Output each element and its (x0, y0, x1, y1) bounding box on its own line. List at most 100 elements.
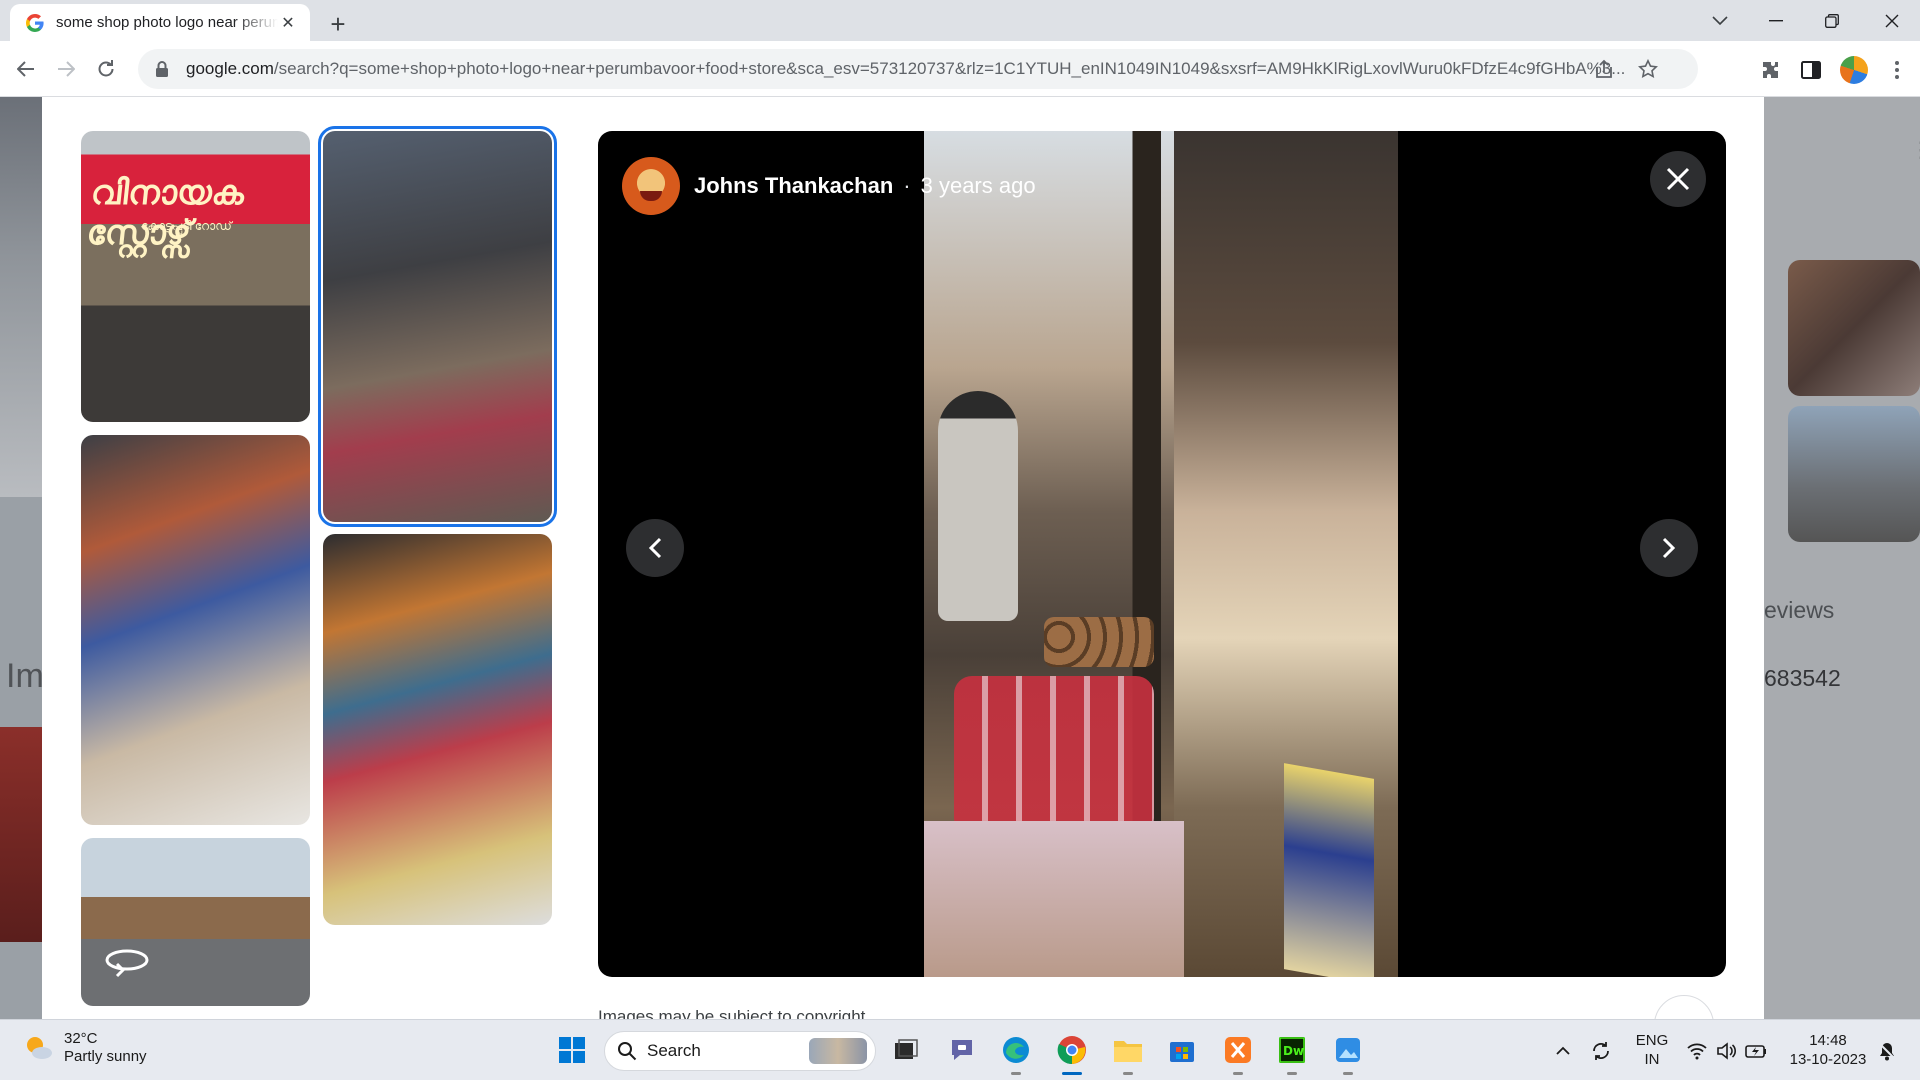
photo-thumbnail-360[interactable] (81, 838, 310, 1006)
lock-icon[interactable] (152, 59, 172, 79)
author-avatar[interactable] (622, 157, 680, 215)
app-running-indicator (1062, 1072, 1082, 1075)
photo-thumbnail[interactable] (81, 435, 310, 825)
chrome-icon[interactable] (1054, 1032, 1090, 1075)
app-running-indicator (1233, 1072, 1243, 1075)
teams-chat-icon[interactable] (944, 1032, 980, 1068)
side-panel-icon[interactable] (1800, 59, 1822, 81)
taskbar-search[interactable]: Search (604, 1031, 876, 1071)
back-button[interactable] (8, 51, 44, 87)
background-ad-left (0, 727, 42, 942)
author-info: Johns Thankachan · 3 years ago (622, 157, 1036, 215)
address-bar[interactable]: google.com/search?q=some+shop+photo+logo… (138, 49, 1698, 89)
app-running-indicator (1343, 1072, 1353, 1075)
photo-thumbnail-selected[interactable] (318, 126, 557, 527)
photo-coconuts (1044, 617, 1154, 667)
background-image-left (0, 97, 42, 497)
browser-toolbar: google.com/search?q=some+shop+photo+logo… (0, 41, 1920, 97)
chevron-right-icon (1662, 537, 1676, 559)
xampp-icon[interactable] (1220, 1032, 1256, 1075)
tab-search-chevron-icon[interactable] (1692, 0, 1748, 41)
profile-avatar[interactable] (1840, 56, 1868, 84)
close-viewer-button[interactable] (1650, 151, 1706, 207)
dreamweaver-icon[interactable]: Dw (1274, 1032, 1310, 1075)
google-favicon-icon (26, 13, 44, 32)
page-content: Im ⋮ eviews 683542 വിനായക സ്റ്റോഴ്സ് കോട… (0, 97, 1920, 1019)
posted-time: 3 years ago (920, 173, 1036, 198)
show-hidden-icons-chevron-icon[interactable] (1552, 1040, 1574, 1062)
new-tab-button[interactable]: + (322, 8, 354, 40)
previous-photo-button[interactable] (626, 519, 684, 577)
svg-text:Dw: Dw (1283, 1044, 1304, 1058)
share-photo-button[interactable] (1654, 995, 1714, 1019)
close-window-button[interactable] (1864, 0, 1920, 41)
share-icon[interactable] (1594, 59, 1614, 79)
chevron-left-icon (648, 537, 662, 559)
browser-tab-active[interactable]: some shop photo logo near perumbavoor fo… (10, 4, 310, 41)
app-running-indicator (1123, 1072, 1133, 1075)
app-running-indicator (1287, 1072, 1297, 1075)
photo-thumbnail[interactable]: വിനായക സ്റ്റോഴ്സ് കോട്ടപ്പടി റോഡ് (81, 131, 310, 422)
background-pincode-text: 683542 (1764, 665, 1841, 691)
background-reviews-text: eviews (1764, 597, 1835, 623)
clock-date: 13-10-2023 (1789, 1051, 1867, 1068)
extensions-puzzle-icon[interactable] (1760, 59, 1782, 81)
file-explorer-icon[interactable] (1110, 1032, 1146, 1075)
url-text[interactable]: google.com/search?q=some+shop+photo+logo… (186, 59, 1698, 79)
search-label: Search (647, 1041, 701, 1060)
author-name[interactable]: Johns Thankachan (694, 173, 893, 199)
bookmark-star-icon[interactable] (1638, 59, 1658, 79)
next-photo-button[interactable] (1640, 519, 1698, 577)
author-separator: · (903, 173, 911, 198)
app-running-indicator (1011, 1072, 1021, 1075)
search-highlight-image (809, 1038, 867, 1064)
photo-banner (1284, 763, 1374, 977)
sync-icon[interactable] (1590, 1040, 1612, 1062)
reload-button[interactable] (88, 51, 124, 87)
background-thumbnail (1788, 406, 1920, 542)
task-view-icon[interactable] (888, 1032, 924, 1068)
background-thumbnail (1788, 260, 1920, 396)
url-path: /search?q=some+shop+photo+logo+near+peru… (273, 59, 1626, 78)
volume-icon[interactable] (1715, 1040, 1737, 1062)
restore-button[interactable] (1804, 0, 1860, 41)
photo-stage: Johns Thankachan · 3 years ago (598, 131, 1726, 977)
windows-taskbar: 32°C Partly sunny Search Dw ENG IN 14:48… (0, 1019, 1920, 1080)
edge-icon[interactable] (998, 1032, 1034, 1075)
photos-icon[interactable] (1330, 1032, 1366, 1075)
background-left-text: Im (6, 657, 44, 695)
clock-time: 14:48 (1809, 1032, 1847, 1049)
search-icon (618, 1042, 637, 1061)
more-options-icon: ⋮ (1910, 137, 1920, 163)
chrome-menu-icon[interactable] (1886, 59, 1908, 81)
photo-thumbnail[interactable] (323, 534, 552, 925)
tab-title: some shop photo logo near perumbavoor fo… (56, 14, 278, 31)
weather-widget[interactable]: 32°C Partly sunny (22, 1030, 147, 1066)
language-indicator[interactable]: ENG IN (1632, 1031, 1672, 1069)
forward-button[interactable] (48, 51, 84, 87)
tab-strip: some shop photo logo near perumbavoor fo… (0, 0, 1920, 41)
region-code: IN (1644, 1051, 1660, 1068)
photo-viewer-modal: വിനായക സ്റ്റോഴ്സ് കോട്ടപ്പടി റോഡ് Johns … (42, 97, 1764, 1019)
windows-start-icon[interactable] (554, 1032, 590, 1068)
photo-bottles (954, 676, 1154, 836)
battery-charging-icon[interactable] (1745, 1040, 1767, 1062)
minimize-button[interactable] (1748, 0, 1804, 41)
url-host: google.com (186, 59, 274, 78)
shop-sign-subtext: കോട്ടപ്പടി റോഡ് (141, 219, 232, 233)
shop-sign-text: വിനായക സ്റ്റോഴ്സ് (84, 173, 247, 253)
weather-condition: Partly sunny (64, 1048, 147, 1065)
background-left-dimmed: Im (0, 97, 44, 1019)
partly-sunny-icon (27, 1037, 52, 1059)
notifications-bell-icon[interactable] (1876, 1040, 1898, 1062)
close-icon (1666, 167, 1690, 191)
photo-person (938, 391, 1018, 621)
copyright-notice: Images may be subject to copyright (598, 1007, 866, 1019)
360-rotate-icon (105, 949, 149, 978)
language-code: ENG (1635, 1032, 1669, 1049)
microsoft-store-icon[interactable] (1164, 1032, 1200, 1068)
weather-temperature: 32°C (64, 1030, 98, 1047)
system-clock[interactable]: 14:48 13-10-2023 (1780, 1031, 1876, 1069)
wifi-icon[interactable] (1686, 1040, 1708, 1062)
tab-close-icon[interactable]: ✕ (278, 13, 298, 33)
